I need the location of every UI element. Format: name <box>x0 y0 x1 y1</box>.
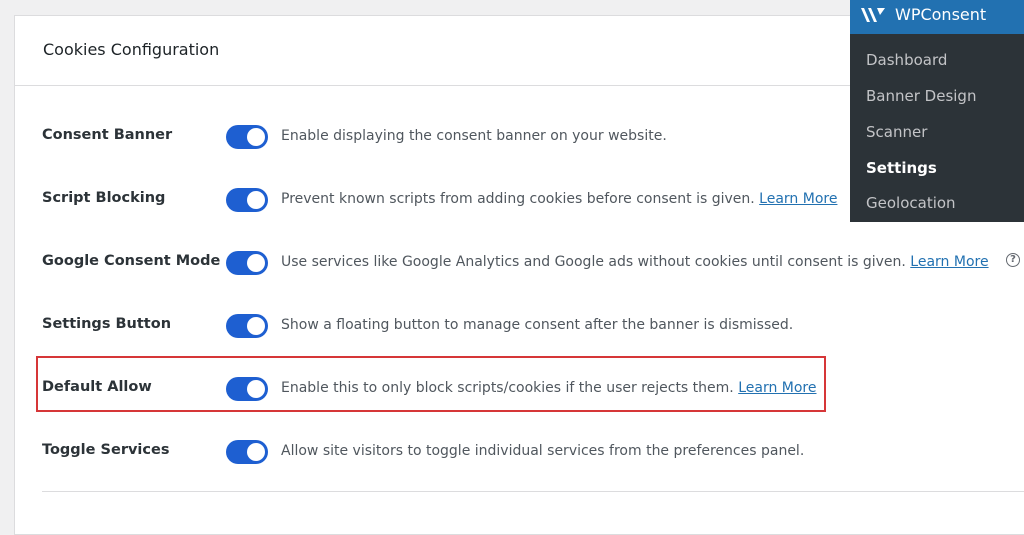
wpconsent-submenu: WPConsent Dashboard Banner Design Scanne… <box>850 0 1024 222</box>
toggle-knob <box>247 191 265 209</box>
description-text: Enable this to only block scripts/cookie… <box>281 380 734 396</box>
learn-more-link[interactable]: Learn More <box>910 254 988 270</box>
google-consent-mode-toggle[interactable] <box>226 251 268 275</box>
toggle-knob <box>247 443 265 461</box>
menu-item-geolocation[interactable]: Geolocation <box>866 194 956 212</box>
menu-item-banner-design[interactable]: Banner Design <box>866 87 976 105</box>
setting-description: Prevent known scripts from adding cookie… <box>281 191 837 207</box>
setting-row-settings-button: Settings Button Show a floating button t… <box>42 312 1022 340</box>
consent-banner-toggle[interactable] <box>226 125 268 149</box>
question-circle-icon[interactable]: ? <box>1006 253 1020 267</box>
description-text: Show a floating button to manage consent… <box>281 317 794 333</box>
setting-description: Allow site visitors to toggle individual… <box>281 443 804 459</box>
menu-item-settings[interactable]: Settings <box>866 159 937 177</box>
setting-label: Default Allow <box>42 379 152 395</box>
submenu-title: WPConsent <box>895 5 987 24</box>
setting-label: Toggle Services <box>42 442 170 458</box>
script-blocking-toggle[interactable] <box>226 188 268 212</box>
card-title: Cookies Configuration <box>43 40 220 59</box>
description-text: Prevent known scripts from adding cookie… <box>281 191 755 207</box>
description-text: Enable displaying the consent banner on … <box>281 128 667 144</box>
toggle-services-toggle[interactable] <box>226 440 268 464</box>
setting-label: Consent Banner <box>42 127 173 143</box>
setting-description: Enable this to only block scripts/cookie… <box>281 380 817 396</box>
description-text: Use services like Google Analytics and G… <box>281 254 906 270</box>
menu-item-dashboard[interactable]: Dashboard <box>866 51 947 69</box>
toggle-knob <box>247 254 265 272</box>
menu-item-scanner[interactable]: Scanner <box>866 123 927 141</box>
learn-more-link[interactable]: Learn More <box>759 191 837 207</box>
setting-row-default-allow: Default Allow Enable this to only block … <box>42 375 1022 403</box>
setting-description: Use services like Google Analytics and G… <box>281 254 989 270</box>
setting-label: Settings Button <box>42 316 172 332</box>
setting-row-toggle-services: Toggle Services Allow site visitors to t… <box>42 438 1022 466</box>
setting-label: Script Blocking <box>42 190 166 206</box>
description-text: Allow site visitors to toggle individual… <box>281 443 805 459</box>
learn-more-link[interactable]: Learn More <box>738 380 816 396</box>
setting-row-google-consent-mode: Google Consent Mode Use services like Go… <box>42 249 1022 277</box>
toggle-knob <box>247 317 265 335</box>
wpconsent-logo-icon <box>861 8 885 22</box>
settings-button-toggle[interactable] <box>226 314 268 338</box>
submenu-header[interactable]: WPConsent <box>850 0 1024 34</box>
setting-description: Show a floating button to manage consent… <box>281 317 793 333</box>
toggle-knob <box>247 380 265 398</box>
toggle-knob <box>247 128 265 146</box>
setting-label: Google Consent Mode <box>42 253 221 269</box>
setting-description: Enable displaying the consent banner on … <box>281 128 667 144</box>
default-allow-toggle[interactable] <box>226 377 268 401</box>
divider <box>42 491 1024 492</box>
